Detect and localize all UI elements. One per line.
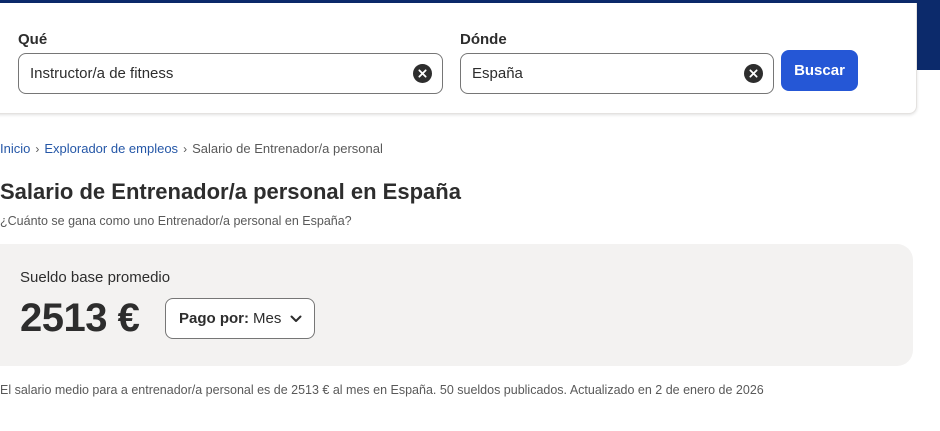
- pay-period-value: Mes: [253, 310, 282, 327]
- where-label: Dónde: [460, 31, 507, 48]
- chevron-right-icon: ›: [183, 141, 188, 156]
- where-input-value[interactable]: España: [472, 65, 744, 82]
- what-input[interactable]: Instructor/a de fitness: [18, 53, 443, 94]
- page-subtitle: ¿Cuánto se gana como uno Entrenador/a pe…: [0, 214, 352, 228]
- breadcrumb-job-explorer[interactable]: Explorador de empleos: [44, 141, 178, 156]
- salary-card: Sueldo base promedio 2513 € Pago por: Me…: [0, 244, 913, 366]
- where-input[interactable]: España: [460, 53, 774, 94]
- salary-footnote: El salario medio para a entrenador/a per…: [0, 383, 764, 397]
- breadcrumb: Inicio › Explorador de empleos › Salario…: [0, 141, 383, 156]
- pay-period-label: Pago por:: [179, 310, 249, 327]
- breadcrumb-home[interactable]: Inicio: [0, 141, 30, 156]
- chevron-down-icon: [290, 315, 302, 323]
- salary-label: Sueldo base promedio: [20, 269, 171, 286]
- what-input-value[interactable]: Instructor/a de fitness: [30, 65, 413, 82]
- chevron-right-icon: ›: [35, 141, 40, 156]
- clear-icon[interactable]: [744, 64, 763, 83]
- pay-period-select[interactable]: Pago por: Mes: [165, 298, 315, 339]
- what-label: Qué: [18, 31, 48, 48]
- page-title: Salario de Entrenador/a personal en Espa…: [0, 179, 461, 204]
- clear-icon[interactable]: [413, 64, 432, 83]
- search-bar: Qué Instructor/a de fitness Dónde España: [0, 3, 917, 114]
- breadcrumb-current: Salario de Entrenador/a personal: [192, 141, 383, 156]
- salary-amount: 2513 €: [20, 296, 140, 340]
- search-button[interactable]: Buscar: [781, 50, 858, 91]
